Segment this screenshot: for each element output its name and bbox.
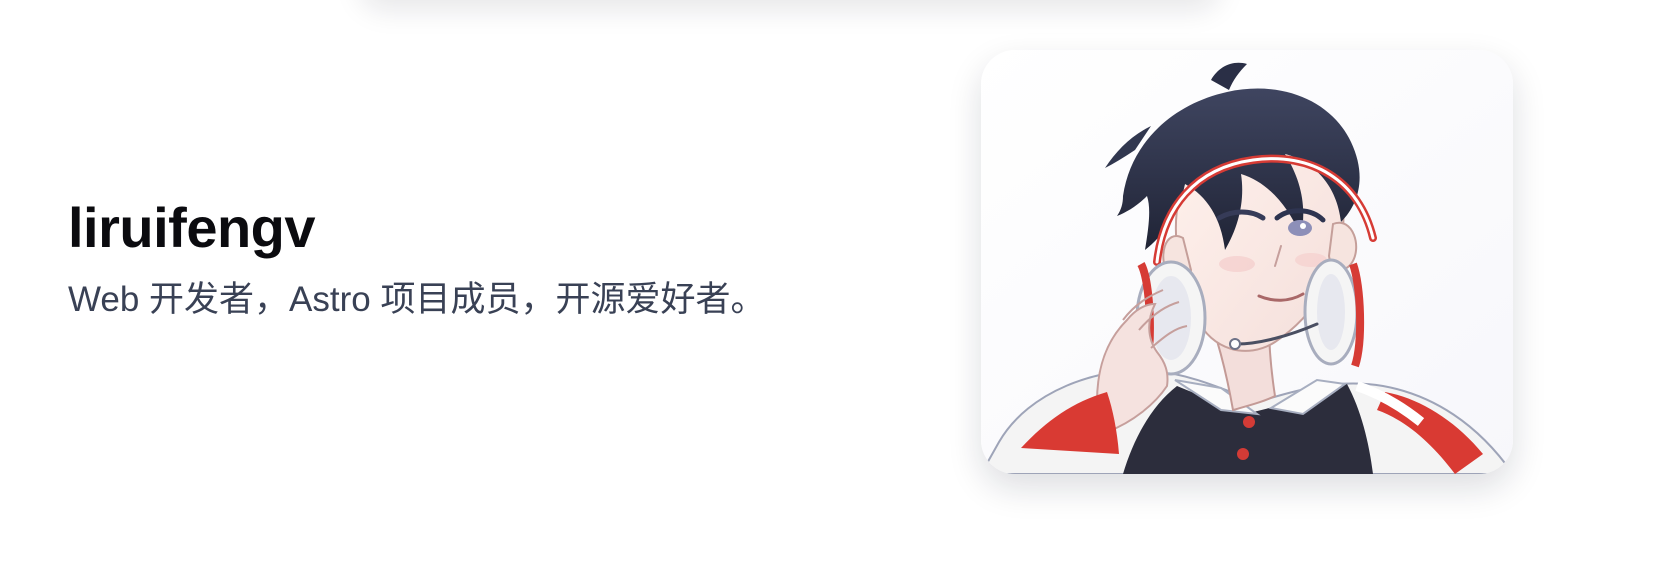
anime-avatar-illustration: [981, 50, 1513, 474]
avatar-card: [981, 50, 1513, 474]
profile-hero: liruifengv Web 开发者，Astro 项目成员，开源爱好者。: [0, 0, 1658, 570]
profile-name: liruifengv: [68, 196, 316, 259]
profile-bio: Web 开发者，Astro 项目成员，开源爱好者。: [68, 280, 766, 319]
profile-text-block: liruifengv Web 开发者，Astro 项目成员，开源爱好者。: [68, 196, 928, 322]
